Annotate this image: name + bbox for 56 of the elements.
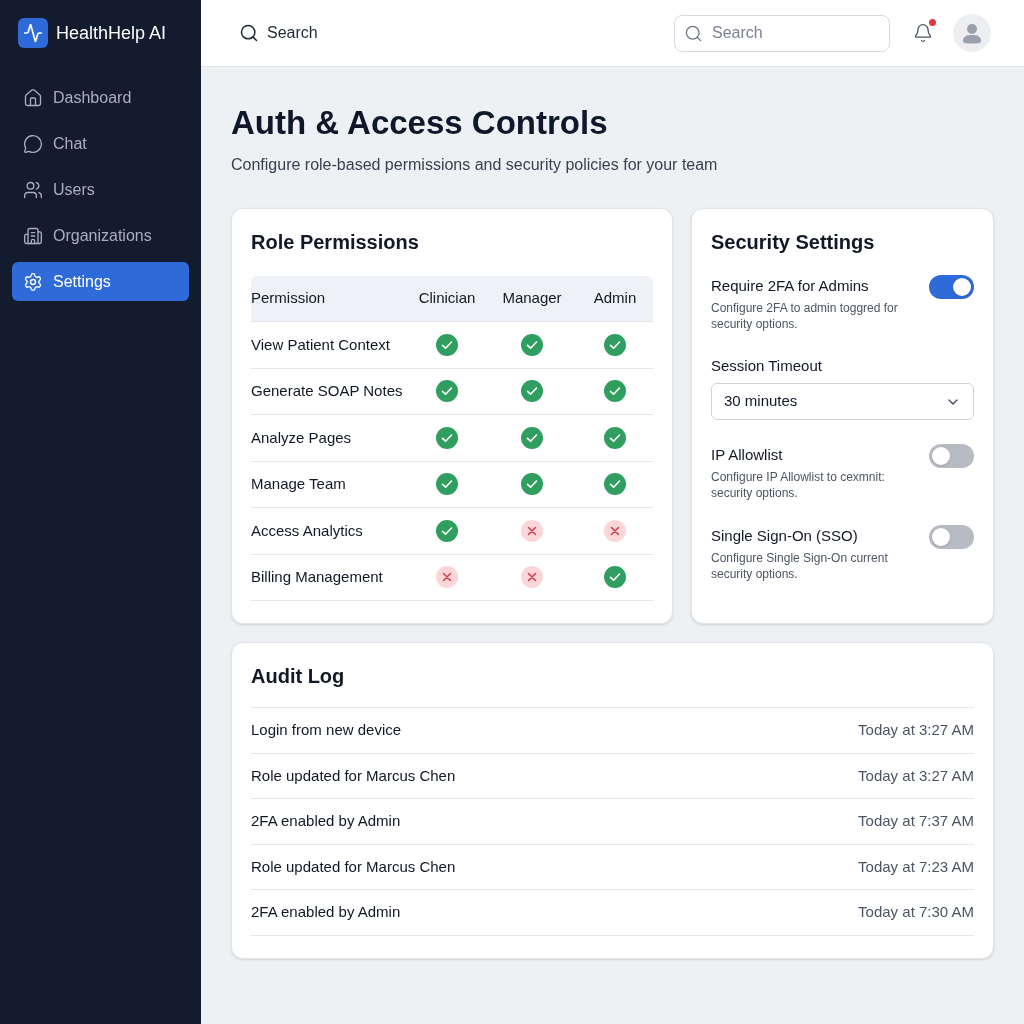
avatar-button[interactable] [953, 14, 991, 52]
audit-time: Today at 7:23 AM [858, 856, 974, 877]
column-header: Clinician [417, 288, 477, 309]
search-field[interactable]: Search [674, 14, 890, 52]
setting-label: Session Timeout [711, 356, 823, 376]
audit-event: 2FA enabled by Admin [251, 902, 401, 923]
building-icon [23, 225, 43, 246]
search-button[interactable]: Search [239, 21, 318, 45]
notifications-button[interactable] [912, 21, 934, 45]
search-icon [684, 23, 703, 43]
home-icon [23, 87, 43, 108]
sidebar-item[interactable]: Organizations [12, 216, 189, 255]
audit-event: Role updated for Marcus Chen [251, 856, 456, 877]
card-title: Role Permissions [251, 230, 420, 255]
setting-label: Require 2FA for Admins [711, 276, 870, 296]
users-icon [23, 179, 43, 200]
setting-description: Configure 2FA to admin toggred for security options. [711, 300, 899, 332]
setting-label: Single Sign-On (SSO) [711, 526, 859, 546]
audit-event: 2FA enabled by Admin [251, 811, 401, 832]
permission-name: View Patient Context [251, 334, 391, 355]
page-subtitle: Configure role-based permissions and security policies for your team [231, 155, 719, 175]
audit-time: Today at 3:27 AM [858, 720, 974, 741]
setting-label: IP Allowlist [711, 445, 784, 465]
chat-bubble-icon [23, 133, 43, 154]
column-header: Permission [251, 288, 327, 309]
search-icon [239, 23, 259, 43]
card-title: Audit Log [251, 664, 346, 689]
avatar-icon [953, 14, 991, 52]
brand-name: HealthHelp AI [56, 21, 167, 45]
setting-description: Configure IP Allowlist to cexmnit: security options. [711, 469, 886, 501]
audit-time: Today at 7:37 AM [858, 811, 974, 832]
setting-description: Configure Single Sign-On current security options. [711, 550, 889, 582]
permission-name: Manage Team [251, 474, 347, 494]
permission-name: Billing Management [251, 567, 384, 587]
page-title: Auth & Access Controls [231, 103, 609, 143]
sidebar-item[interactable]: Chat [12, 124, 189, 163]
sidebar-item[interactable]: Settings [12, 262, 189, 301]
timeout-select[interactable]: 30 minutes [711, 383, 974, 420]
bell-icon [913, 23, 933, 43]
audit-event: Login from new device [251, 720, 402, 741]
sidebar-item[interactable]: Dashboard [12, 78, 189, 117]
audit-event: Role updated for Marcus Chen [251, 765, 456, 786]
toggle-switch[interactable] [929, 275, 974, 299]
card-title: Security Settings [711, 230, 876, 255]
column-header: Manager [501, 288, 563, 309]
sidebar-item[interactable]: Users [12, 170, 189, 209]
toggle-switch[interactable] [929, 444, 974, 468]
toggle-switch[interactable] [929, 525, 974, 549]
permission-name: Access Analytics [251, 520, 364, 541]
settings-icon [23, 271, 43, 292]
permission-name: Analyze Pages [251, 427, 353, 448]
permission-name: Generate SOAP Notes [251, 381, 404, 401]
heartbeat-logo-icon [18, 18, 48, 48]
column-header: Admin [592, 288, 638, 309]
audit-time: Today at 7:30 AM [858, 902, 974, 923]
audit-time: Today at 3:27 AM [858, 765, 974, 786]
